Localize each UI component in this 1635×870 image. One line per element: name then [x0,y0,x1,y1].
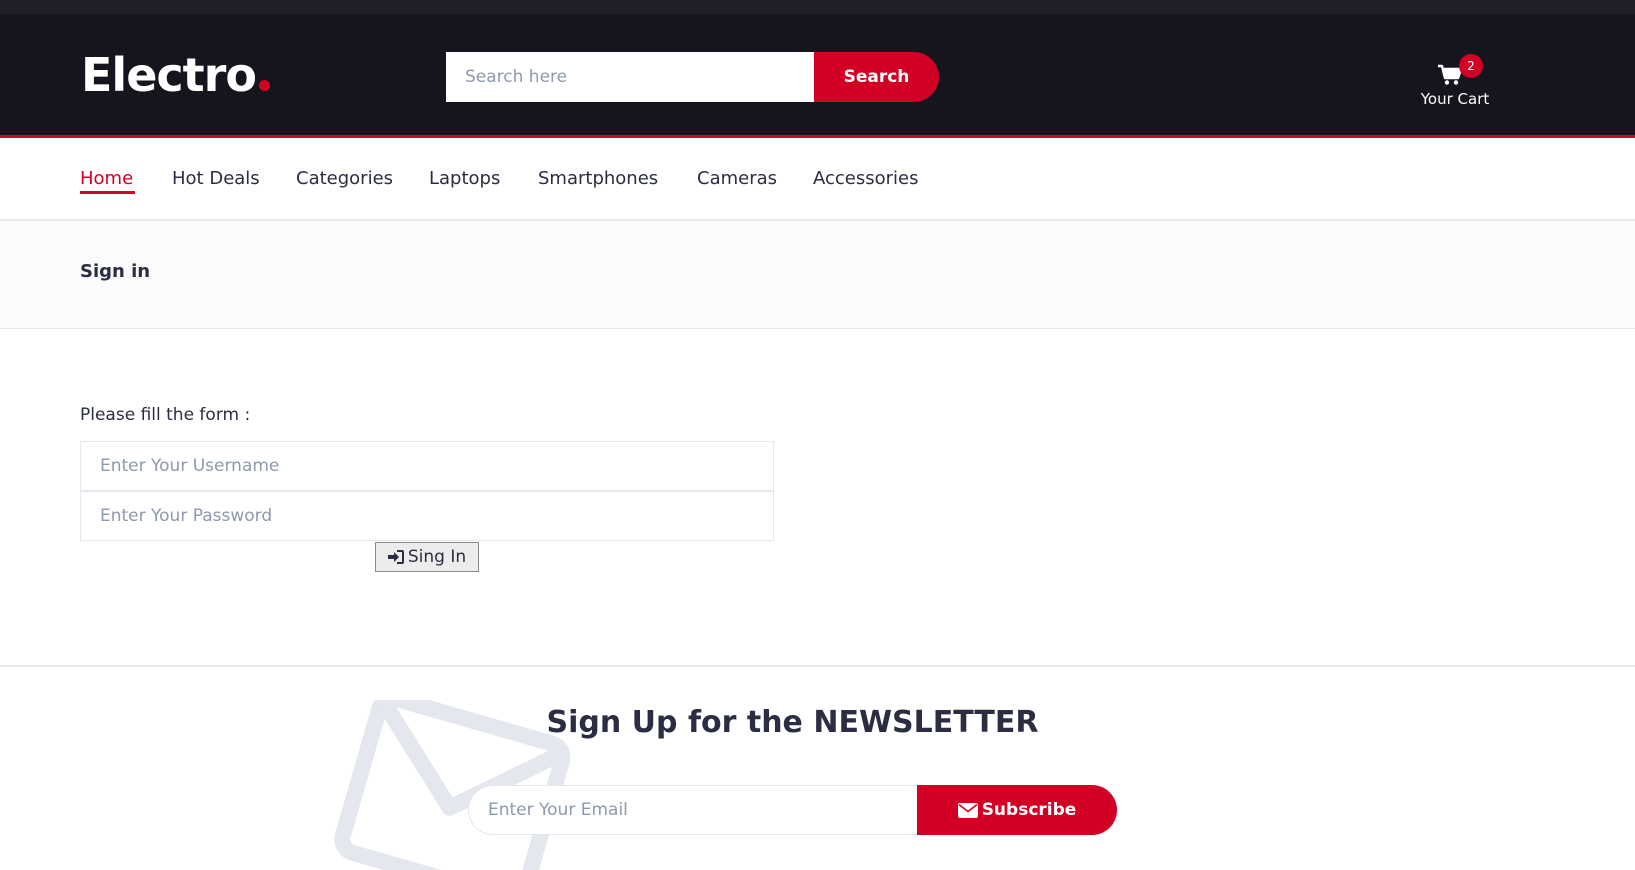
nav-item-laptops[interactable]: Laptops [429,168,500,189]
nav-item-cameras[interactable]: Cameras [697,168,777,189]
nav-item-hot-deals[interactable]: Hot Deals [172,168,260,189]
nav-item-home[interactable]: Home [80,168,133,189]
cart-count-badge: 2 [1459,54,1483,78]
brand-name: Electro [81,48,257,102]
username-field[interactable] [80,441,774,491]
form-intro-label: Please fill the form : [80,405,251,425]
brand-logo[interactable]: Electro [81,48,270,102]
active-nav-underline [80,191,135,194]
cart-label: Your Cart [1420,90,1490,108]
brand-dot [258,80,270,91]
envelope-icon [957,802,978,818]
sign-in-icon [387,550,404,564]
section-divider [0,665,1635,667]
sign-in-label: Sing In [407,547,467,567]
cart-link[interactable]: 2 Your Cart [1405,50,1505,110]
subscribe-label: Subscribe [981,800,1077,820]
newsletter-title-prefix: Sign Up for the [546,705,814,740]
nav-item-accessories[interactable]: Accessories [813,168,919,189]
breadcrumb: Sign in [0,221,1635,329]
nav-item-smartphones[interactable]: Smartphones [538,168,658,189]
newsletter-title: Sign Up for the NEWSLETTER [0,705,1585,740]
search-button[interactable]: Search [814,52,939,102]
top-strip [0,0,1635,14]
newsletter-email-input[interactable] [468,785,918,835]
subscribe-button[interactable]: Subscribe [917,785,1117,835]
nav-item-categories[interactable]: Categories [296,168,393,189]
site-header: Electro Search 2 Your Cart [0,14,1635,138]
main-navigation: Home Hot Deals Categories Laptops Smartp… [0,141,1635,221]
search-input[interactable] [446,52,814,102]
password-field[interactable] [80,491,774,541]
sign-in-button[interactable]: Sing In [375,542,479,572]
page-title: Sign in [80,261,151,282]
newsletter-title-bold: NEWSLETTER [813,705,1039,740]
